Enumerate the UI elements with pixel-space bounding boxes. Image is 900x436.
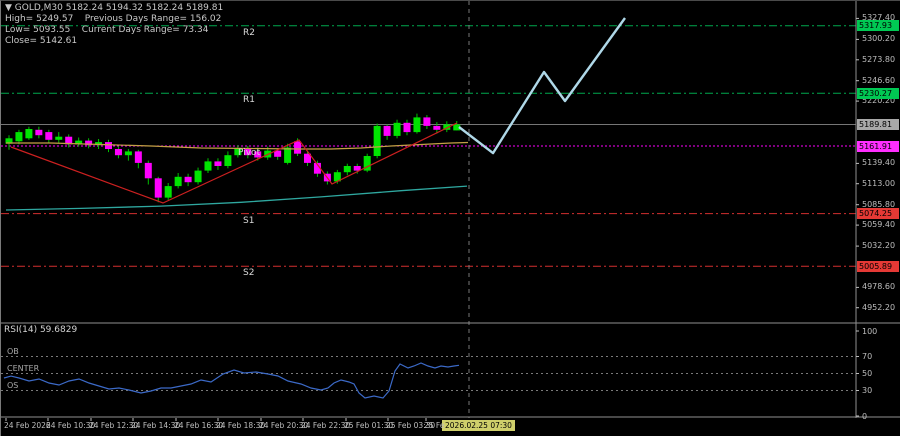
candle-body <box>35 130 42 135</box>
candle-body <box>214 161 221 166</box>
candle-body <box>165 186 172 198</box>
price-axis[interactable] <box>857 1 900 418</box>
time-axis[interactable] <box>1 418 900 436</box>
candle-body <box>205 161 212 170</box>
candle-body <box>105 142 112 149</box>
candle-body <box>195 171 202 183</box>
candle-body <box>244 149 251 155</box>
candle-body <box>404 123 411 132</box>
rsi-line <box>4 363 459 398</box>
candle-body <box>45 132 52 140</box>
candle-body <box>15 132 22 141</box>
candle-body <box>374 126 381 156</box>
candle-body <box>394 123 401 136</box>
candle-body <box>125 151 132 155</box>
candle-body <box>145 163 152 178</box>
chart-canvas[interactable] <box>1 1 900 436</box>
candle-body <box>284 148 291 163</box>
candle-body <box>433 126 440 130</box>
candle-body <box>344 166 351 172</box>
candle-body <box>175 177 182 186</box>
candle-body <box>25 129 32 138</box>
candle-body <box>135 151 142 163</box>
candle-body <box>413 117 420 132</box>
candle-body <box>423 117 430 126</box>
chart-window[interactable]: ▼ GOLD,M30 5182.24 5194.32 5182.24 5189.… <box>0 0 900 436</box>
candle-body <box>55 137 62 140</box>
candle-body <box>254 151 261 157</box>
candle-body <box>294 141 301 153</box>
candle-body <box>224 155 231 166</box>
candle-body <box>155 178 162 197</box>
candle-body <box>234 149 241 155</box>
candle-body <box>185 177 192 182</box>
candle-body <box>115 149 122 155</box>
forecast-projection-line <box>459 18 625 153</box>
candle-body <box>384 126 391 136</box>
slow-ma-line <box>6 186 467 210</box>
